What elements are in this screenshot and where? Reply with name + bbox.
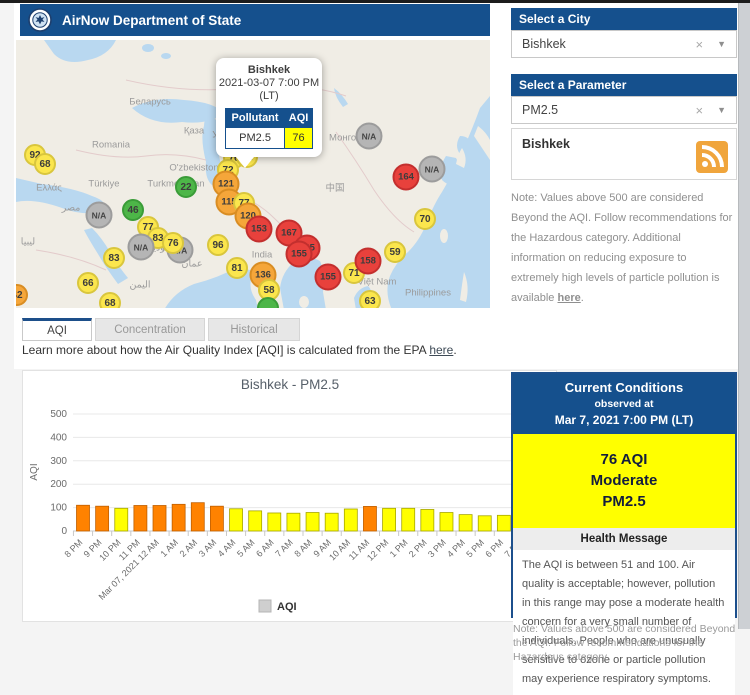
select-city-header: Select a City: [511, 8, 737, 30]
cc-timestamp: Mar 7, 2021 7:00 PM (LT): [515, 413, 733, 427]
aqi-marker[interactable]: 70: [414, 208, 436, 230]
aqi-marker[interactable]: N/A: [419, 156, 446, 183]
department-of-state-seal-icon: [28, 8, 52, 32]
svg-text:7 AM: 7 AM: [273, 537, 295, 559]
select-parameter-header: Select a Parameter: [511, 74, 737, 96]
learn-more-suffix: .: [453, 343, 456, 357]
popup-aqi-table: Pollutant AQI PM2.5 76: [225, 108, 313, 149]
tab-concentration[interactable]: Concentration: [95, 318, 205, 341]
popup-col-aqi: AQI: [285, 109, 313, 128]
tab-historical[interactable]: Historical: [208, 318, 300, 341]
cc-aqi-block: 76 AQI Moderate PM2.5: [513, 434, 735, 528]
svg-text:0: 0: [61, 526, 67, 537]
svg-text:2 AM: 2 AM: [178, 537, 200, 559]
popup-col-pollutant: Pollutant: [226, 109, 285, 128]
aqi-marker[interactable]: 76: [162, 232, 184, 254]
svg-text:4 PM: 4 PM: [445, 537, 467, 559]
popup-timezone: (LT): [216, 90, 322, 103]
svg-text:8 PM: 8 PM: [62, 537, 84, 559]
aqi-bar-chart[interactable]: Bishkek - PM2.501002003004005008 PM9 PM1…: [23, 371, 556, 621]
svg-text:6 PM: 6 PM: [483, 537, 505, 559]
aqi-marker[interactable]: 68: [99, 292, 121, 308]
aqi-marker[interactable]: 155: [286, 241, 313, 268]
aqi-marker[interactable]: 158: [355, 248, 382, 275]
city-clear-icon[interactable]: ×: [695, 37, 703, 52]
aqi-marker[interactable]: 59: [384, 241, 406, 263]
tab-aqi[interactable]: AQI: [22, 318, 92, 341]
popup-pointer: [236, 157, 254, 168]
svg-text:200: 200: [50, 479, 67, 490]
aqi-marker[interactable]: 83: [103, 247, 125, 269]
svg-text:1 AM: 1 AM: [158, 537, 180, 559]
vertical-scrollbar[interactable]: [738, 3, 750, 629]
svg-text:AQI: AQI: [277, 601, 297, 613]
svg-text:3 AM: 3 AM: [197, 537, 219, 559]
popup-aqi-value: 76: [285, 128, 313, 149]
cc-title: Current Conditions: [515, 380, 733, 395]
cc-pollutant: PM2.5: [513, 493, 735, 510]
feed-city-label: Bishkek: [522, 137, 570, 151]
svg-text:5 PM: 5 PM: [464, 537, 486, 559]
aqi-marker[interactable]: 22: [175, 176, 197, 198]
cc-health-message-title: Health Message: [513, 528, 735, 550]
aqi-marker[interactable]: 42: [16, 284, 28, 306]
cc-aqi-value: 76 AQI: [513, 451, 735, 468]
parameter-clear-icon[interactable]: ×: [695, 103, 703, 118]
svg-text:4 AM: 4 AM: [216, 537, 238, 559]
svg-text:6 AM: 6 AM: [254, 537, 276, 559]
cc-aqi-category: Moderate: [513, 472, 735, 489]
aqi-marker[interactable]: 164: [393, 164, 420, 191]
svg-text:8 AM: 8 AM: [292, 537, 314, 559]
svg-text:5 AM: 5 AM: [235, 537, 257, 559]
parameter-select-value: PM2.5: [522, 103, 695, 117]
city-select[interactable]: Bishkek × ▼: [511, 30, 737, 58]
svg-text:10 AM: 10 AM: [327, 537, 352, 562]
current-conditions-header: Current Conditions observed at Mar 7, 20…: [513, 374, 735, 434]
aqi-chart-panel: Bishkek - PM2.501002003004005008 PM9 PM1…: [22, 370, 557, 622]
app-header: AirNow Department of State: [20, 4, 490, 36]
city-feed-box: Bishkek: [511, 128, 737, 180]
popup-datetime: 2021-03-07 7:00 PM: [216, 77, 322, 90]
svg-text:300: 300: [50, 456, 67, 467]
aqi-marker[interactable]: N/A: [86, 202, 113, 229]
svg-text:500: 500: [50, 409, 67, 420]
aqi-marker[interactable]: 96: [207, 234, 229, 256]
svg-text:1 PM: 1 PM: [388, 537, 410, 559]
city-select-value: Bishkek: [522, 37, 695, 51]
svg-text:10 PM: 10 PM: [97, 537, 122, 562]
learn-more-prefix: Learn more about how the Air Quality Ind…: [22, 343, 429, 357]
city-chevron-down-icon[interactable]: ▼: [717, 39, 726, 49]
rss-feed-icon[interactable]: [696, 141, 728, 173]
parameter-select[interactable]: PM2.5 × ▼: [511, 96, 737, 124]
svg-text:12 PM: 12 PM: [365, 537, 390, 562]
sidebar-note-period: .: [581, 292, 584, 304]
aqi-marker[interactable]: 68: [34, 153, 56, 175]
sidebar-note: Note: Values above 500 are considered Be…: [511, 188, 737, 308]
aqi-marker[interactable]: 81: [226, 257, 248, 279]
epa-here-link[interactable]: here: [429, 343, 453, 357]
learn-more-text: Learn more about how the Air Quality Ind…: [22, 343, 457, 357]
sidebar-note-text: Note: Values above 500 are considered Be…: [511, 192, 732, 304]
aqi-marker[interactable]: N/A: [356, 123, 383, 150]
parameter-chevron-down-icon[interactable]: ▼: [717, 105, 726, 115]
aqi-marker[interactable]: 155: [315, 264, 342, 291]
map-station-popup: Bishkek 2021-03-07 7:00 PM (LT) Pollutan…: [216, 58, 322, 157]
cc-bottom-note: Note: Values above 500 are considered Be…: [513, 622, 739, 664]
svg-text:3 PM: 3 PM: [426, 537, 448, 559]
aqi-marker[interactable]: N/A: [128, 234, 155, 261]
svg-text:100: 100: [50, 503, 67, 514]
page-title: AirNow Department of State: [62, 13, 241, 28]
aqi-marker[interactable]: 66: [77, 272, 99, 294]
svg-text:AQI: AQI: [29, 463, 40, 480]
popup-pollutant-value: PM2.5: [226, 128, 285, 149]
aqi-marker[interactable]: 153: [246, 216, 273, 243]
svg-text:2 PM: 2 PM: [407, 537, 429, 559]
popup-city: Bishkek: [216, 64, 322, 77]
current-conditions-panel: Current Conditions observed at Mar 7, 20…: [511, 372, 737, 618]
note-here-link[interactable]: here: [557, 292, 580, 304]
svg-text:Bishkek - PM2.5: Bishkek - PM2.5: [241, 377, 339, 392]
aqi-marker[interactable]: 63: [359, 290, 381, 308]
cc-subtitle: observed at: [515, 398, 733, 410]
svg-text:400: 400: [50, 432, 67, 443]
